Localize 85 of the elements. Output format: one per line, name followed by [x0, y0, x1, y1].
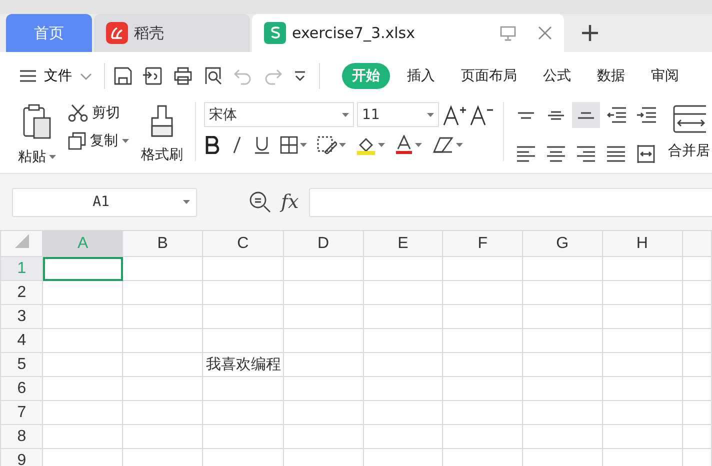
clipboard-icon: [22, 104, 52, 140]
print-icon[interactable]: [173, 66, 193, 86]
save-icon[interactable]: [113, 66, 133, 86]
decrease-font-icon[interactable]: [469, 104, 493, 126]
caret-icon[interactable]: [49, 155, 56, 159]
align-outdent-icon: [606, 107, 626, 123]
ribbon-tab[interactable]: 公式: [530, 63, 584, 89]
paste-button[interactable]: 粘贴: [16, 102, 58, 168]
row-header[interactable]: 8: [0, 424, 43, 448]
tab-label: 首页: [34, 24, 64, 42]
merge-cells-icon: [672, 104, 706, 134]
caret-icon[interactable]: [456, 143, 463, 147]
tab-label: exercise7_3.xlsx: [292, 24, 415, 42]
row-header[interactable]: 2: [0, 280, 43, 304]
align-justify-icon: [607, 146, 625, 162]
caret-icon[interactable]: [342, 112, 349, 116]
row-header[interactable]: 3: [0, 304, 43, 328]
active-cell[interactable]: [42, 256, 123, 280]
caret-icon[interactable]: [427, 112, 434, 116]
increase-font-icon[interactable]: [442, 104, 466, 126]
align-left-icon: [517, 146, 535, 162]
format-painter-button[interactable]: 格式刷: [139, 102, 185, 166]
ribbon-tab[interactable]: 页面布局: [448, 63, 530, 89]
file-menu[interactable]: 文件: [20, 67, 92, 85]
document-tab[interactable]: exercise7_3.xlsx: [252, 14, 564, 52]
cell-style-icon[interactable]: [317, 136, 337, 154]
column-header[interactable]: H: [602, 230, 682, 256]
row-header[interactable]: 7: [0, 400, 43, 424]
document-tab[interactable]: 稻壳: [94, 14, 250, 52]
spreadsheet-logo-icon: [264, 22, 286, 44]
ribbon-tab[interactable]: 数据: [584, 63, 638, 89]
row-header[interactable]: 9: [0, 448, 43, 466]
caret-icon[interactable]: [339, 143, 346, 147]
bold-icon[interactable]: [204, 136, 220, 154]
leaf-logo-icon: [106, 22, 128, 44]
caret-icon[interactable]: [300, 143, 307, 147]
font-color-icon[interactable]: [395, 135, 413, 155]
row-header[interactable]: 5: [0, 352, 43, 376]
caret-icon[interactable]: [415, 143, 422, 147]
merge-center-button[interactable]: 合并居: [666, 102, 712, 162]
column-header[interactable]: B: [122, 230, 202, 256]
caret-icon[interactable]: [183, 200, 190, 204]
scissors-icon: [68, 104, 88, 122]
align-right-icon: [577, 146, 595, 162]
align-center-icon: [547, 146, 565, 162]
align-button[interactable]: [572, 102, 600, 128]
column-header[interactable]: F: [442, 230, 523, 256]
caret-icon[interactable]: [378, 143, 385, 147]
font-size-select[interactable]: 11: [357, 102, 439, 127]
caret-icon[interactable]: [122, 139, 129, 143]
export-icon[interactable]: [143, 66, 163, 86]
formula-input[interactable]: [308, 188, 712, 216]
align-bottom-icon: [578, 112, 594, 118]
align-middle-icon: [548, 110, 564, 120]
column-header[interactable]: C: [202, 230, 284, 256]
tab-label: 稻壳: [134, 24, 164, 42]
column-header[interactable]: D: [283, 230, 364, 256]
column-header[interactable]: E: [363, 230, 443, 256]
monitor-icon[interactable]: [500, 25, 516, 41]
copy-icon: [68, 132, 86, 150]
underline-icon[interactable]: [254, 136, 270, 154]
borders-icon[interactable]: [280, 136, 298, 154]
print-preview-icon[interactable]: [203, 66, 223, 86]
align-top-icon: [518, 112, 534, 118]
align-indent-icon: [636, 107, 656, 123]
more-dropdown-icon[interactable]: [293, 70, 307, 82]
eraser-icon[interactable]: [432, 136, 454, 154]
chevron-down-icon: [80, 72, 92, 80]
name-box[interactable]: A1: [12, 188, 197, 216]
row-header[interactable]: 4: [0, 328, 43, 352]
close-icon[interactable]: [538, 26, 552, 40]
row-header[interactable]: 6: [0, 376, 43, 400]
function-button[interactable]: fx: [281, 191, 299, 213]
cut-button[interactable]: 剪切: [66, 102, 131, 124]
ribbon-tab[interactable]: 审阅: [638, 63, 692, 89]
zoom-formula-icon[interactable]: [249, 191, 271, 213]
file-label: 文件: [44, 67, 72, 85]
menu-icon: [20, 70, 36, 82]
add-tab-icon[interactable]: [582, 25, 598, 41]
ribbon-tab[interactable]: 插入: [394, 63, 448, 89]
column-header[interactable]: G: [522, 230, 602, 256]
table-cell: 我喜欢编程: [202, 352, 284, 376]
copy-button[interactable]: 复制: [66, 130, 131, 152]
align-distributed-icon: [637, 144, 655, 162]
font-select[interactable]: 宋体: [204, 102, 354, 127]
